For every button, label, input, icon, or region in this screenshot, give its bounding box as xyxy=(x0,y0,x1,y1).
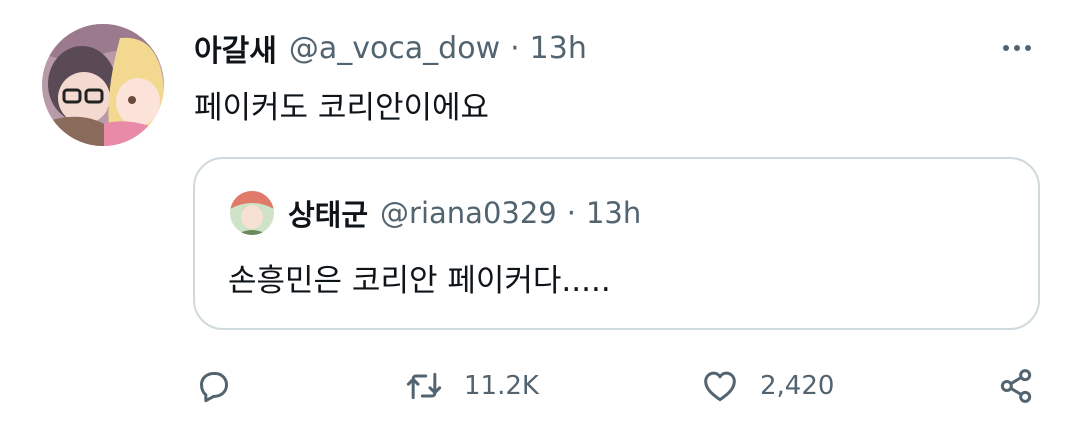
reply-button[interactable] xyxy=(194,358,234,414)
separator-dot: · xyxy=(510,30,520,66)
separator-dot: · xyxy=(566,196,576,230)
tweet-actions-bar: 11.2K 2,420 xyxy=(0,358,1080,414)
like-count: 2,420 xyxy=(760,371,835,401)
quoted-author-display-name: 상태군 xyxy=(288,198,369,232)
tweet-timestamp[interactable]: 13h xyxy=(530,31,587,66)
share-button[interactable] xyxy=(996,358,1036,414)
quoted-tweet-card[interactable]: 상태군 @riana0329 · 13h 손흥민은 코리안 페이커다..... xyxy=(193,157,1040,330)
more-dot xyxy=(1025,45,1031,51)
more-dot xyxy=(1003,45,1009,51)
retweet-button[interactable]: 11.2K xyxy=(404,358,539,414)
more-dot xyxy=(1014,45,1020,51)
author-display-name[interactable]: 아갈새 xyxy=(194,26,277,70)
quoted-author-handle: @riana0329 xyxy=(380,196,557,230)
tweet-text: 페이커도 코리안이에요 xyxy=(194,90,490,126)
quoted-tweet-text: 손흥민은 코리안 페이커다..... xyxy=(228,263,611,299)
author-handle[interactable]: @a_voca_dow xyxy=(289,31,500,66)
author-avatar[interactable] xyxy=(42,24,164,146)
heart-icon xyxy=(704,371,736,402)
speech-bubble-icon xyxy=(200,372,228,403)
quoted-author-avatar[interactable] xyxy=(230,191,274,235)
more-options-icon[interactable] xyxy=(994,30,1040,66)
quoted-tweet-timestamp: 13h xyxy=(585,196,642,230)
retweet-icon xyxy=(406,372,442,400)
retweet-count: 11.2K xyxy=(464,371,539,401)
quoted-tweet-header: 상태군 @riana0329 · 13h xyxy=(288,191,641,235)
tweet-header: 아갈새 @a_voca_dow · 13h xyxy=(194,26,587,70)
share-icon xyxy=(1000,369,1032,403)
like-button[interactable]: 2,420 xyxy=(700,358,834,414)
